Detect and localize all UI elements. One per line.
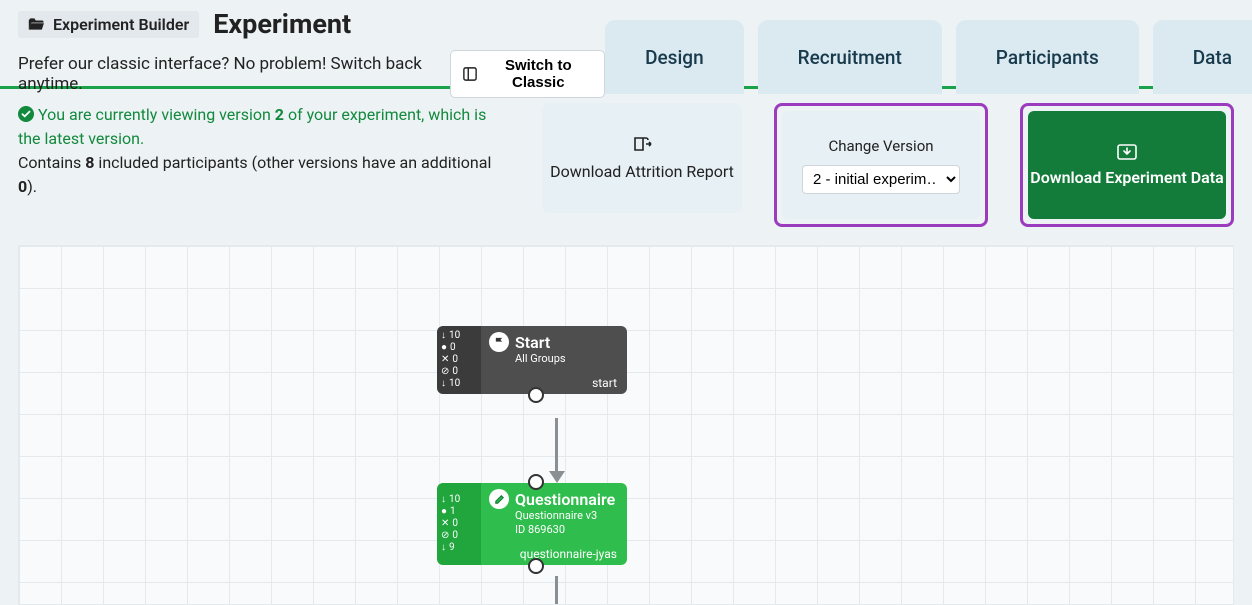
x-icon: ✕ — [441, 518, 449, 529]
edit-icon — [489, 489, 509, 509]
node-questionnaire-title: Questionnaire — [515, 490, 615, 509]
node-start-slug: start — [489, 376, 617, 390]
tab-recruitment[interactable]: Recruitment — [758, 20, 942, 94]
download-experiment-data-button[interactable]: Download Experiment Data — [1028, 111, 1226, 219]
change-version-card: Change Version 2 - initial experim… — [774, 103, 988, 227]
tab-design[interactable]: Design — [605, 20, 744, 94]
page-title: Experiment — [213, 8, 351, 40]
node-start-subtitle: All Groups — [515, 352, 617, 366]
edge — [555, 418, 558, 472]
x-icon: ✕ — [441, 354, 449, 365]
switch-button-label: Switch to Classic — [485, 57, 593, 91]
breadcrumb-label: Experiment Builder — [53, 15, 189, 34]
download-attrition-button[interactable]: Download Attrition Report — [542, 103, 742, 213]
node-questionnaire-sub1: Questionnaire v3 — [515, 509, 617, 523]
arrow-down-icon: ↓ — [441, 330, 446, 341]
arrow-down-icon: ↓ — [441, 494, 446, 505]
info-row: You are currently viewing version 2 of y… — [0, 89, 1252, 245]
tabs: Design Recruitment Participants Data — [605, 8, 1252, 94]
ban-icon: ⊘ — [441, 530, 449, 541]
node-questionnaire-slug: questionnaire-jyas — [489, 547, 617, 561]
tab-participants[interactable]: Participants — [956, 20, 1139, 94]
version-message: You are currently viewing version 2 of y… — [18, 103, 510, 227]
flow-canvas[interactable]: ↓10 ●0 ✕0 ⊘0 ↓10 Start All Groups start … — [18, 245, 1234, 605]
node-port[interactable] — [528, 474, 544, 490]
switch-to-classic-button[interactable]: Switch to Classic — [450, 50, 606, 98]
node-start-title: Start — [515, 333, 550, 352]
arrow-down-icon: ↓ — [441, 378, 446, 389]
arrow-head-icon — [549, 471, 565, 483]
node-questionnaire[interactable]: ↓10 ●1 ✕0 ⊘0 ↓9 Questionnaire Questionna… — [437, 483, 627, 565]
header: Experiment Builder Experiment Prefer our… — [0, 0, 1252, 86]
export-icon — [632, 136, 652, 154]
change-version-label: Change Version — [828, 137, 933, 155]
node-port[interactable] — [528, 387, 544, 403]
arrow-down-icon: ↓ — [441, 542, 446, 553]
switch-prompt: Prefer our classic interface? No problem… — [18, 54, 440, 94]
ban-icon: ⊘ — [441, 366, 449, 377]
node-questionnaire-sub2: ID 869630 — [515, 523, 617, 537]
version-select[interactable]: 2 - initial experim… — [802, 165, 960, 194]
node-start-stats: ↓10 ●0 ✕0 ⊘0 ↓10 — [437, 326, 481, 394]
node-port[interactable] — [528, 558, 544, 574]
node-start[interactable]: ↓10 ●0 ✕0 ⊘0 ↓10 Start All Groups start — [437, 326, 627, 394]
download-attrition-label: Download Attrition Report — [550, 162, 734, 181]
folder-open-icon — [28, 17, 45, 31]
check-circle-icon — [18, 106, 34, 122]
download-icon — [1117, 144, 1137, 160]
tab-data[interactable]: Data — [1153, 20, 1252, 94]
panel-icon — [463, 67, 477, 81]
flag-icon — [489, 332, 509, 352]
circle-icon: ● — [441, 506, 447, 517]
node-questionnaire-stats: ↓10 ●1 ✕0 ⊘0 ↓9 — [437, 483, 481, 565]
download-data-label: Download Experiment Data — [1030, 168, 1223, 187]
circle-icon: ● — [441, 342, 447, 353]
download-data-card: Download Experiment Data — [1020, 103, 1234, 227]
breadcrumb[interactable]: Experiment Builder — [18, 11, 199, 38]
